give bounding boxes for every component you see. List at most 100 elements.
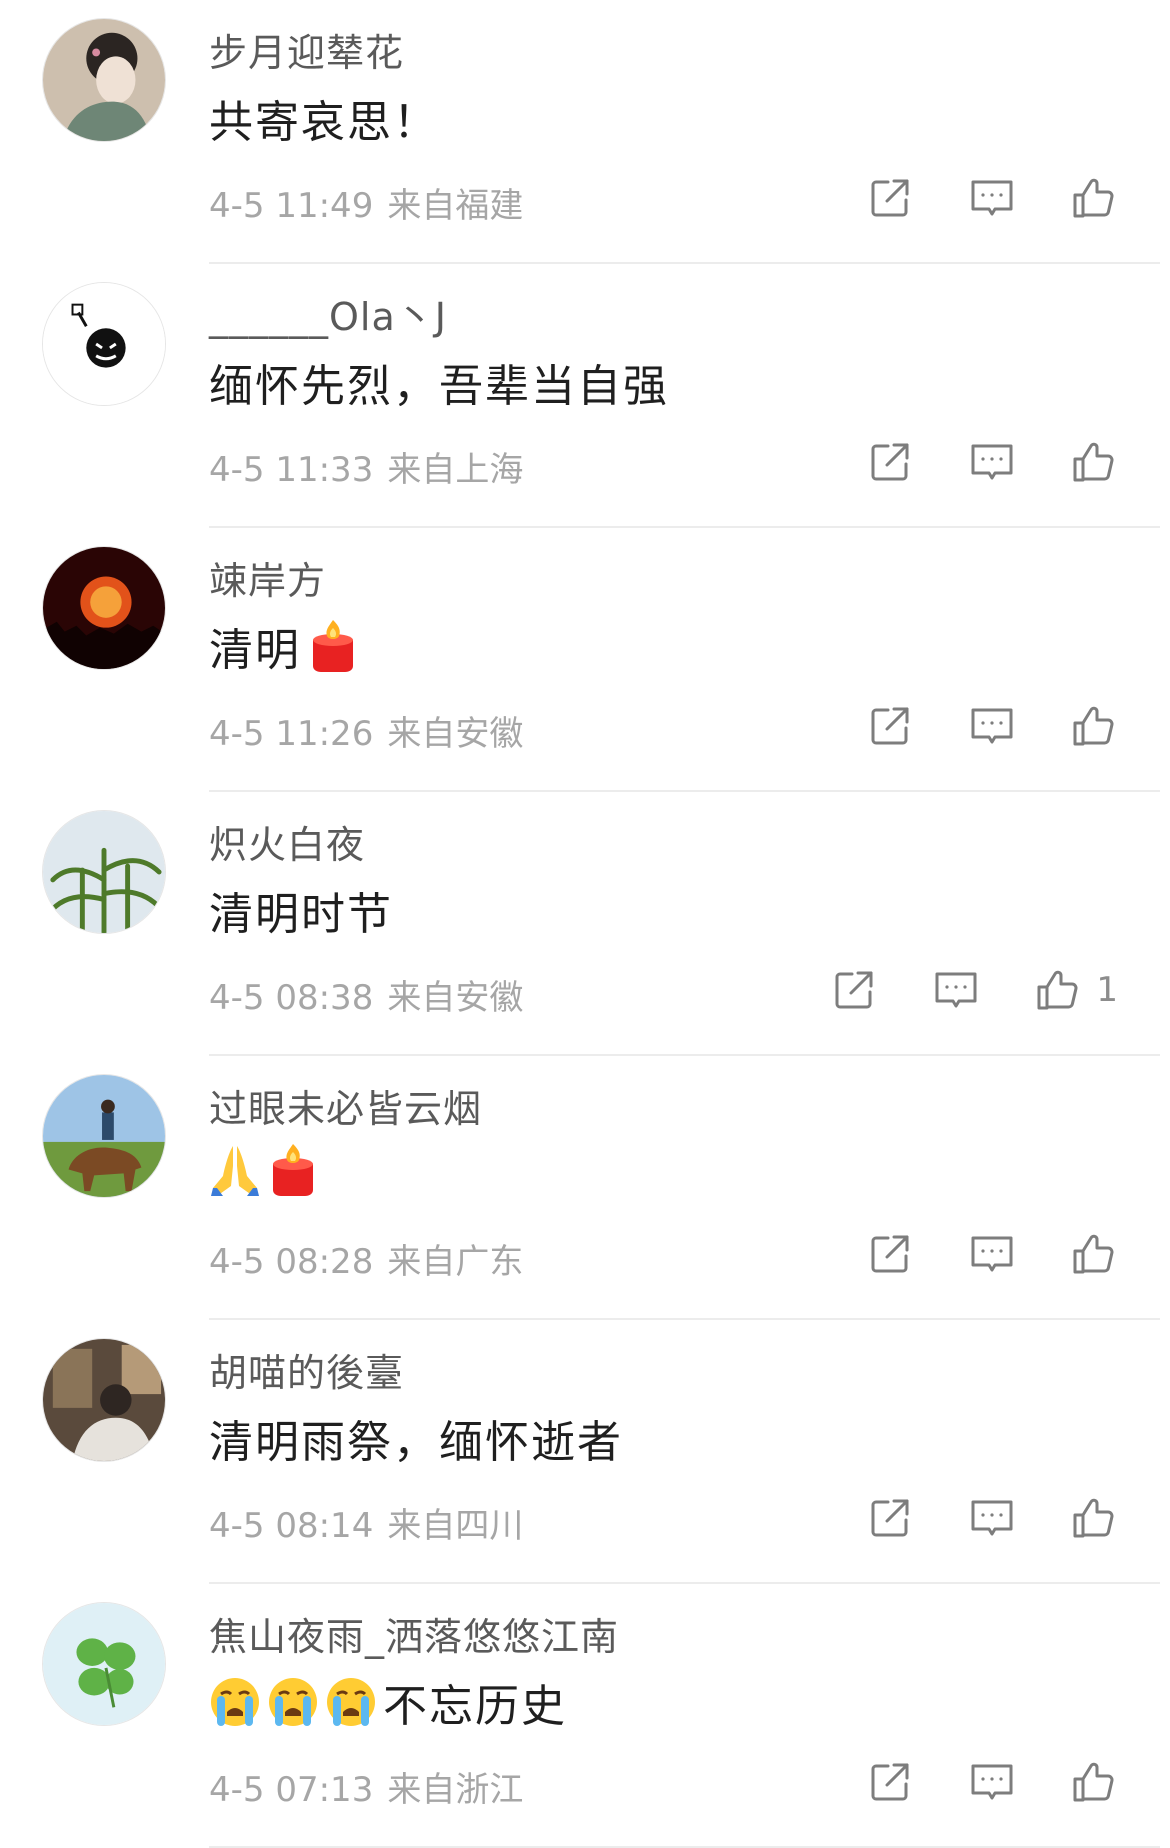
share-button[interactable] <box>830 966 878 1014</box>
crying-face-emoji <box>269 1678 317 1726</box>
share-icon <box>866 438 914 486</box>
share-button[interactable] <box>866 1758 914 1806</box>
comment-username[interactable]: 炽火白夜 <box>209 814 365 869</box>
thumbs-up-icon <box>1070 1758 1118 1806</box>
share-button[interactable] <box>866 702 914 750</box>
comment-item: 焦山夜雨_洒落悠悠江南 不忘历史 4-5 07:13 来自浙江 <box>0 1584 1170 1848</box>
crying-face-emoji <box>211 1678 259 1726</box>
avatar[interactable] <box>42 18 166 142</box>
candle-emoji <box>273 1144 313 1196</box>
share-icon <box>866 1230 914 1278</box>
comment-text: 共寄哀思！ <box>209 97 439 148</box>
share-button[interactable] <box>866 174 914 222</box>
reply-button[interactable] <box>968 1494 1016 1542</box>
comment-actions <box>812 174 1118 222</box>
comment-text: 缅怀先烈，吾辈当自强 <box>209 361 669 412</box>
share-icon <box>830 966 878 1014</box>
thumbs-up-icon <box>1070 174 1118 222</box>
pray-emoji <box>211 1146 259 1196</box>
comment-content: 缅怀先烈，吾辈当自强 <box>209 350 669 414</box>
like-button[interactable] <box>1070 1230 1118 1278</box>
avatar[interactable] <box>42 282 166 406</box>
reply-button[interactable] <box>968 174 1016 222</box>
comment-username[interactable]: 焦山夜雨_洒落悠悠江南 <box>209 1606 619 1661</box>
share-icon <box>866 1494 914 1542</box>
comment-content <box>209 1142 319 1198</box>
comment-time: 4-5 11:49 <box>209 186 374 226</box>
like-count: 1 <box>1096 970 1118 1010</box>
comment-item: 步月迎辇花 共寄哀思！ 4-5 11:49 来自福建 <box>0 0 1170 264</box>
share-button[interactable] <box>866 438 914 486</box>
comment-username[interactable]: 竦岸方 <box>209 550 326 605</box>
share-button[interactable] <box>866 1494 914 1542</box>
comment-item: 炽火白夜 清明时节 4-5 08:38 来自安徽 1 <box>0 792 1170 1056</box>
comment-location: 来自上海 <box>387 450 524 490</box>
crying-face-emoji-wrap <box>267 1674 319 1730</box>
avatar[interactable] <box>42 1602 166 1726</box>
comment-actions <box>812 1758 1118 1806</box>
pray-emoji-wrap <box>209 1142 261 1198</box>
comment-meta: 4-5 08:28 来自广东 <box>209 1234 523 1283</box>
reply-button[interactable] <box>968 1230 1016 1278</box>
comment-actions <box>812 438 1118 486</box>
comment-time: 4-5 07:13 <box>209 1770 374 1810</box>
reply-button[interactable] <box>968 438 1016 486</box>
comment-meta: 4-5 11:26 来自安徽 <box>209 706 523 755</box>
avatar[interactable] <box>42 546 166 670</box>
avatar[interactable] <box>42 810 166 934</box>
comment-text: 不忘历史 <box>383 1681 567 1732</box>
comment-meta: 4-5 08:14 来自四川 <box>209 1498 523 1547</box>
comment-meta: 4-5 11:33 来自上海 <box>209 442 523 491</box>
comment-list: 步月迎辇花 共寄哀思！ 4-5 11:49 来自福建 ______Ola丶J 缅… <box>0 0 1170 1848</box>
reply-button[interactable] <box>968 702 1016 750</box>
comment-content: 清明时节 <box>209 878 393 942</box>
thumbs-up-icon <box>1034 966 1082 1014</box>
thumbs-up-icon <box>1070 438 1118 486</box>
comment-text: 清明雨祭，缅怀逝者 <box>209 1417 623 1468</box>
comment-actions <box>812 1494 1118 1542</box>
share-icon <box>866 1758 914 1806</box>
comment-location: 来自安徽 <box>387 978 524 1018</box>
crying-face-emoji <box>327 1678 375 1726</box>
like-button[interactable] <box>1070 1758 1118 1806</box>
comment-username[interactable]: 过眼未必皆云烟 <box>209 1078 482 1133</box>
comment-text: 清明时节 <box>209 889 393 940</box>
comment-content: 清明 <box>209 614 359 678</box>
comment-time: 4-5 11:26 <box>209 714 374 754</box>
comment-time: 4-5 08:38 <box>209 978 374 1018</box>
comment-username[interactable]: ______Ola丶J <box>209 286 447 341</box>
avatar[interactable] <box>42 1338 166 1462</box>
comment-icon <box>968 1230 1016 1278</box>
comment-username[interactable]: 胡喵的後臺 <box>209 1342 404 1397</box>
reply-button[interactable] <box>932 966 980 1014</box>
comment-item: 胡喵的後臺 清明雨祭，缅怀逝者 4-5 08:14 来自四川 <box>0 1320 1170 1584</box>
comment-username[interactable]: 步月迎辇花 <box>209 22 404 77</box>
comment-icon <box>932 966 980 1014</box>
comment-location: 来自广东 <box>387 1242 524 1282</box>
comment-location: 来自福建 <box>387 186 524 226</box>
comment-icon <box>968 174 1016 222</box>
share-button[interactable] <box>866 1230 914 1278</box>
like-button[interactable] <box>1070 174 1118 222</box>
like-button[interactable]: 1 <box>1034 966 1118 1014</box>
comment-actions <box>812 702 1118 750</box>
comment-text: 清明 <box>209 625 301 676</box>
like-button[interactable] <box>1070 438 1118 486</box>
comment-icon <box>968 438 1016 486</box>
comment-meta: 4-5 08:38 来自安徽 <box>209 970 523 1019</box>
comment-icon <box>968 702 1016 750</box>
like-button[interactable] <box>1070 1494 1118 1542</box>
comment-item: 过眼未必皆云烟 4-5 08:28 来自广东 <box>0 1056 1170 1320</box>
comment-item: 竦岸方 清明 4-5 11:26 来自安徽 <box>0 528 1170 792</box>
reply-button[interactable] <box>968 1758 1016 1806</box>
crying-face-emoji-wrap <box>325 1674 377 1730</box>
comment-content: 共寄哀思！ <box>209 86 439 150</box>
comment-time: 4-5 11:33 <box>209 450 374 490</box>
comment-time: 4-5 08:28 <box>209 1242 374 1282</box>
share-icon <box>866 174 914 222</box>
avatar[interactable] <box>42 1074 166 1198</box>
candle-emoji <box>313 620 353 672</box>
comment-meta: 4-5 11:49 来自福建 <box>209 178 523 227</box>
candle-emoji-wrap <box>267 1142 319 1198</box>
like-button[interactable] <box>1070 702 1118 750</box>
